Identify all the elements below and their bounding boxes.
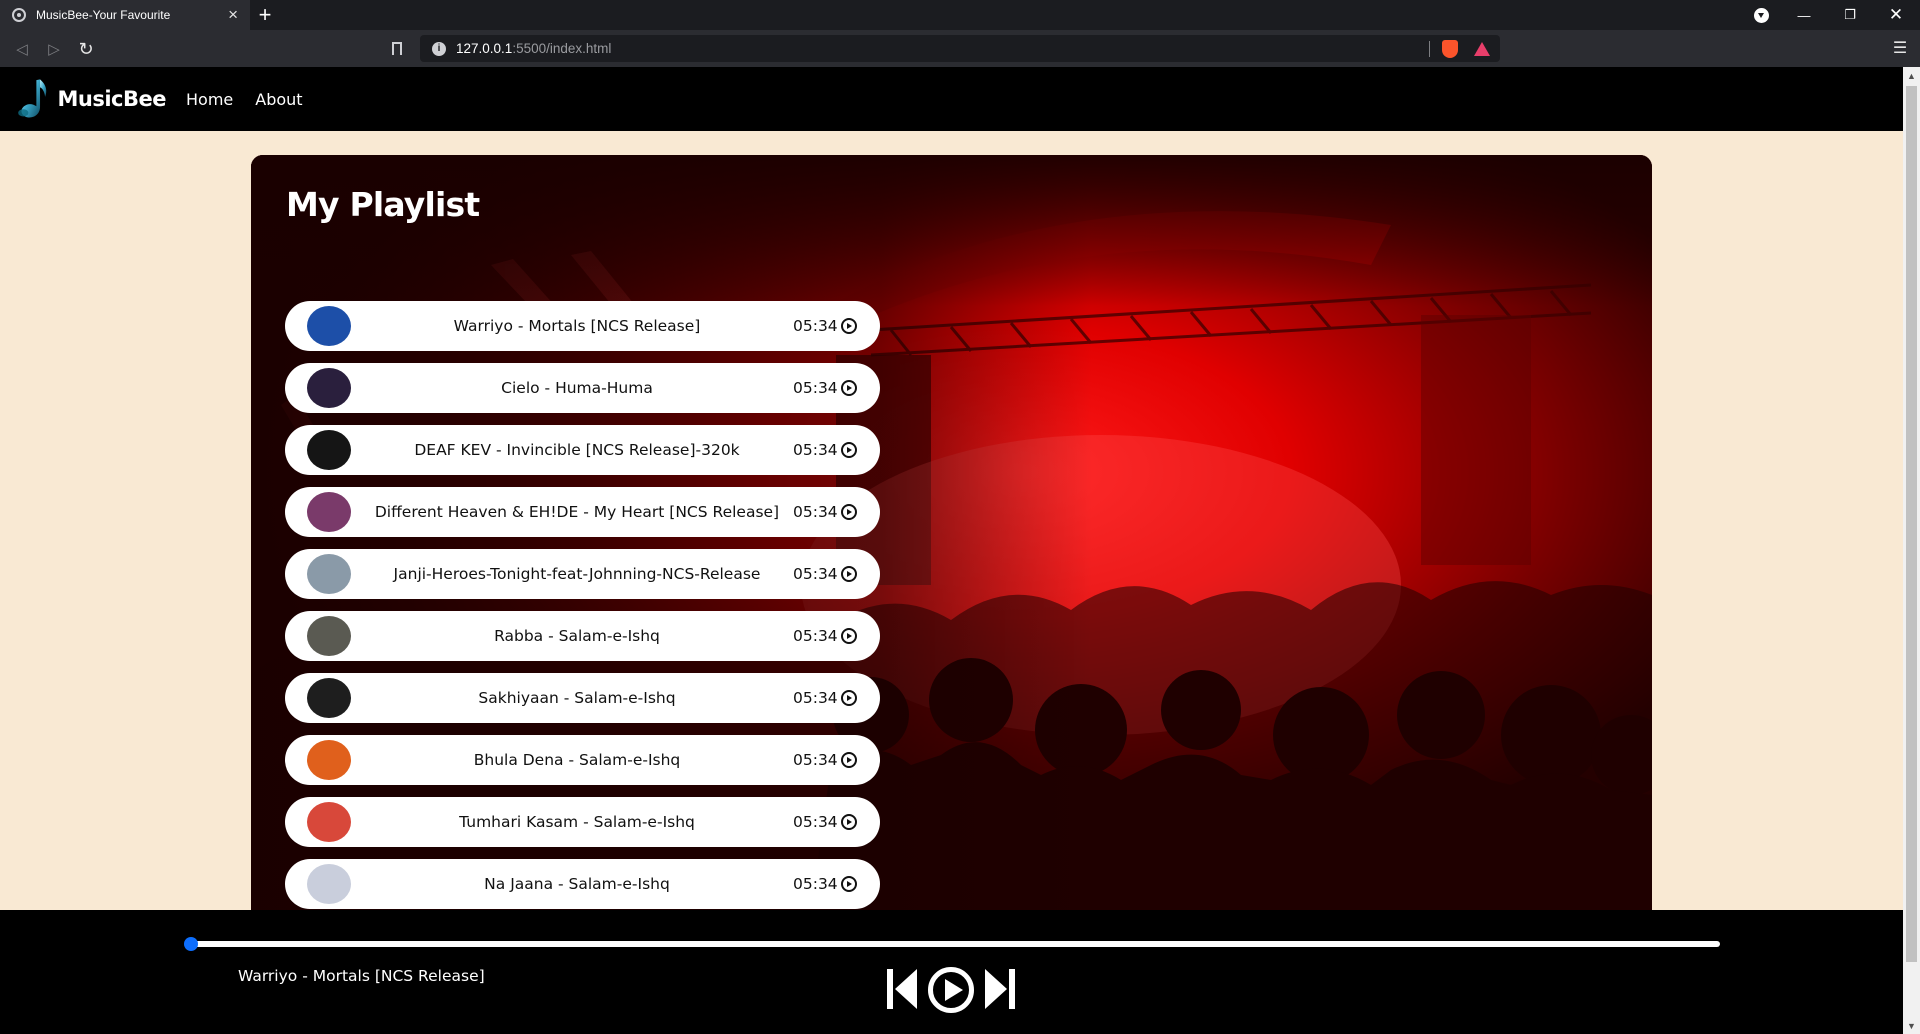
play-circle-icon[interactable] — [841, 504, 857, 520]
song-duration: 05:34 — [793, 689, 838, 707]
song-duration: 05:34 — [793, 441, 838, 459]
playlist-heading: My Playlist — [286, 185, 480, 224]
profile-menu-button[interactable] — [1738, 0, 1784, 30]
hamburger-menu-icon[interactable]: ☰ — [1890, 38, 1910, 58]
bookmark-icon[interactable] — [388, 38, 406, 58]
play-circle-icon[interactable] — [841, 566, 857, 582]
play-circle-icon[interactable] — [841, 690, 857, 706]
song-title: Cielo - Huma-Huma — [501, 379, 653, 397]
song-cover-image — [307, 368, 351, 408]
site-navbar: MusicBee Home About — [0, 67, 1903, 131]
play-circle-icon[interactable] — [841, 814, 857, 830]
song-title: Bhula Dena - Salam-e-Ishq — [473, 751, 681, 769]
play-circle-icon[interactable] — [841, 318, 857, 334]
song-cover-image — [307, 740, 351, 780]
song-duration: 05:34 — [793, 875, 838, 893]
song-cover-image — [307, 802, 351, 842]
bottom-player: Warriyo - Mortals [NCS Release] — [0, 910, 1903, 1034]
song-duration: 05:34 — [793, 813, 838, 831]
song-duration: 05:34 — [793, 751, 838, 769]
play-circle-icon[interactable] — [841, 628, 857, 644]
song-cover-image — [307, 616, 351, 656]
tab-title: MusicBee-Your Favourite — [36, 8, 171, 22]
song-item[interactable]: Different Heaven & EH!DE - My Heart [NCS… — [285, 487, 880, 537]
song-duration: 05:34 — [793, 503, 838, 521]
url-port: :5500 — [512, 41, 547, 56]
song-title: Rabba - Salam-e-Ishq — [494, 627, 660, 645]
song-item[interactable]: Rabba - Salam-e-Ishq 05:34 — [285, 611, 880, 661]
browser-toolbar: ◁ ▷ ↻ i 127.0.0.1:5500/index.html ☰ — [0, 30, 1920, 67]
brand-logo[interactable]: MusicBee — [16, 67, 166, 131]
browser-tab[interactable]: MusicBee-Your Favourite × — [0, 0, 250, 30]
song-item[interactable]: Warriyo - Mortals [NCS Release] 05:34 — [285, 301, 880, 351]
play-circle-icon[interactable] — [841, 442, 857, 458]
playlist-container: My Playlist Warriyo - Mortals [NCS Relea… — [251, 155, 1652, 910]
scroll-up-icon[interactable]: ▲ — [1903, 67, 1920, 84]
play-icon[interactable] — [927, 966, 975, 1014]
song-title: Tumhari Kasam - Salam-e-Ishq — [459, 813, 695, 831]
song-item[interactable]: Tumhari Kasam - Salam-e-Ishq 05:34 — [285, 797, 880, 847]
scrollbar-thumb[interactable] — [1906, 86, 1917, 962]
chevron-down-icon — [1753, 7, 1769, 23]
song-cover-image — [307, 430, 351, 470]
address-bar[interactable]: i 127.0.0.1:5500/index.html — [420, 35, 1500, 62]
song-title: Sakhiyaan - Salam-e-Ishq — [478, 689, 676, 707]
window-close-button[interactable]: ✕ — [1873, 0, 1919, 30]
music-note-icon — [18, 79, 47, 118]
song-title: DEAF KEV - Invincible [NCS Release]-320k — [414, 441, 740, 459]
song-cover-image — [307, 864, 351, 904]
song-duration: 05:34 — [793, 565, 838, 583]
site-info-icon[interactable]: i — [432, 41, 446, 56]
forward-icon[interactable]: ▷ — [42, 37, 66, 61]
play-circle-icon[interactable] — [841, 380, 857, 396]
song-duration: 05:34 — [793, 379, 838, 397]
restore-button[interactable]: ❐ — [1827, 0, 1873, 30]
url-text[interactable]: 127.0.0.1:5500/index.html — [456, 41, 1429, 56]
skip-next-icon[interactable] — [983, 966, 1017, 1012]
song-title: Warriyo - Mortals [NCS Release] — [453, 317, 701, 335]
song-cover-image — [307, 492, 351, 532]
song-title: Janji-Heroes-Tonight-feat-Johnning-NCS-R… — [393, 565, 761, 583]
new-tab-button[interactable]: + — [252, 2, 278, 28]
song-title: Different Heaven & EH!DE - My Heart [NCS… — [374, 503, 780, 521]
song-item[interactable]: Na Jaana - Salam-e-Ishq 05:34 — [285, 859, 880, 909]
song-cover-image — [307, 678, 351, 718]
play-circle-icon[interactable] — [841, 876, 857, 892]
browser-titlebar: MusicBee-Your Favourite × + — ❐ ✕ — [0, 0, 1920, 30]
scroll-down-icon[interactable]: ▼ — [1903, 1017, 1920, 1034]
song-item[interactable]: Bhula Dena - Salam-e-Ishq 05:34 — [285, 735, 880, 785]
nav-link-home[interactable]: Home — [186, 90, 233, 109]
reload-icon[interactable]: ↻ — [74, 37, 98, 61]
brand-name: MusicBee — [57, 87, 167, 111]
nav-link-about[interactable]: About — [255, 90, 302, 109]
nav-links: Home About — [186, 67, 325, 131]
song-item[interactable]: Sakhiyaan - Salam-e-Ishq 05:34 — [285, 673, 880, 723]
url-host: 127.0.0.1 — [456, 41, 513, 56]
song-cover-image — [307, 554, 351, 594]
song-item[interactable]: Cielo - Huma-Huma 05:34 — [285, 363, 880, 413]
seek-bar[interactable] — [190, 941, 1720, 947]
minimize-button[interactable]: — — [1781, 0, 1827, 30]
song-duration: 05:34 — [793, 627, 838, 645]
address-separator — [1429, 40, 1430, 57]
brave-shields-icon[interactable] — [1442, 39, 1458, 58]
song-cover-image — [307, 306, 351, 346]
seek-bar-handle[interactable] — [184, 937, 198, 951]
url-path: /index.html — [546, 41, 612, 56]
song-item[interactable]: Janji-Heroes-Tonight-feat-Johnning-NCS-R… — [285, 549, 880, 599]
tab-close-icon[interactable]: × — [228, 5, 238, 25]
back-icon[interactable]: ◁ — [10, 37, 34, 61]
play-circle-icon[interactable] — [841, 752, 857, 768]
brave-rewards-icon[interactable] — [1474, 41, 1490, 56]
song-duration: 05:34 — [793, 317, 838, 335]
globe-icon — [12, 8, 26, 22]
song-item[interactable]: DEAF KEV - Invincible [NCS Release]-320k… — [285, 425, 880, 475]
skip-previous-icon[interactable] — [885, 966, 919, 1012]
now-playing-title: Warriyo - Mortals [NCS Release] — [238, 967, 485, 985]
song-title: Na Jaana - Salam-e-Ishq — [484, 875, 670, 893]
